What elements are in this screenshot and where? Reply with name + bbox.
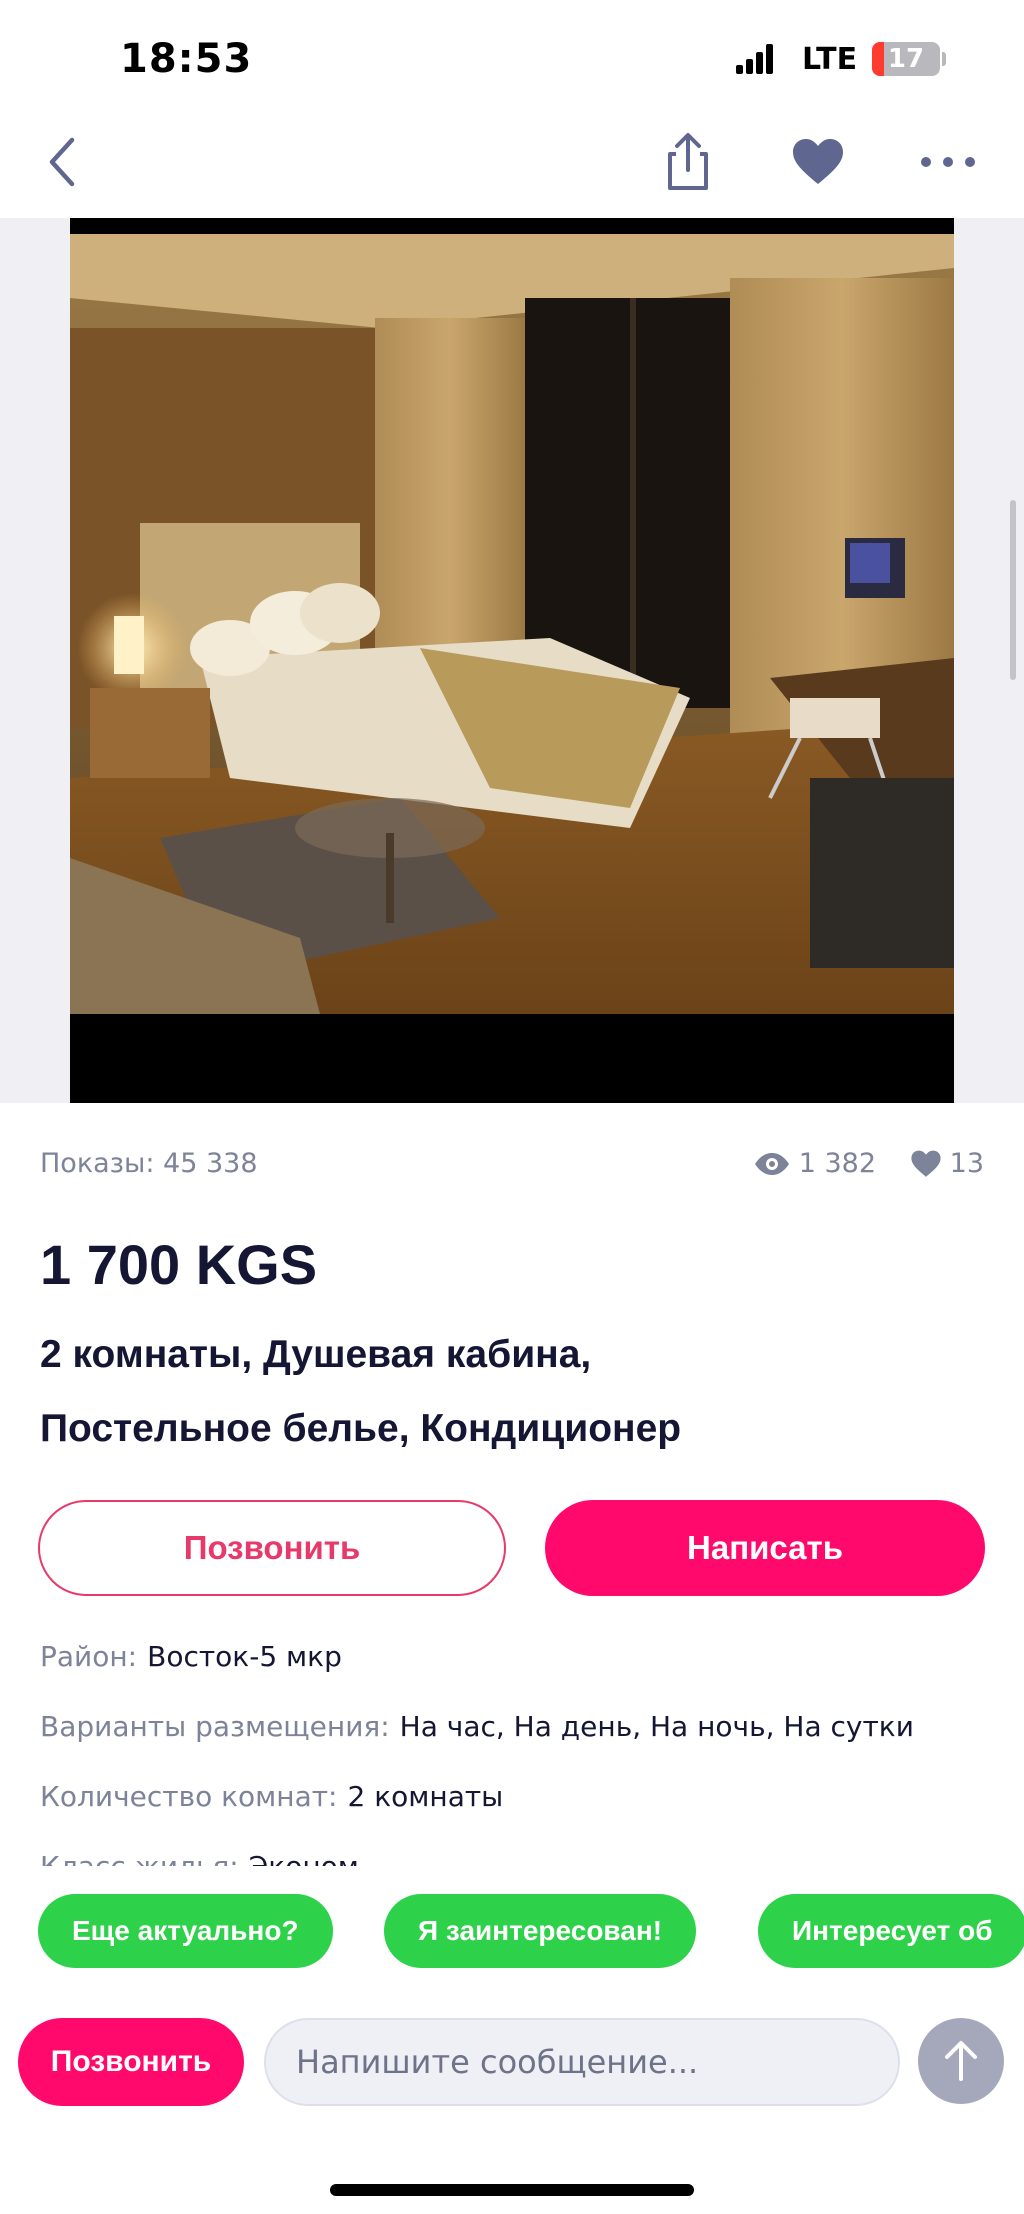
detail-value: Эконом <box>249 1850 359 1866</box>
quick-reply-chip[interactable]: Еще актуально? <box>38 1894 333 1968</box>
status-time: 18:53 <box>120 36 253 82</box>
home-indicator[interactable] <box>330 2184 694 2196</box>
detail-row-placement: Варианты размещения: На час, На день, На … <box>40 1710 914 1743</box>
battery-tip <box>942 52 946 66</box>
chat-call-button[interactable]: Позвонить <box>18 2018 244 2106</box>
battery-icon: 17 <box>872 42 940 76</box>
battery-level: 17 <box>887 44 925 74</box>
listing-title-line: Постельное белье, Кондиционер <box>40 1407 682 1450</box>
detail-row-rooms: Количество комнат: 2 комнаты <box>40 1780 503 1813</box>
hotel-room-photo <box>70 218 954 1103</box>
views-stat: 1 382 <box>753 1148 876 1179</box>
detail-key: Количество комнат: <box>40 1780 338 1813</box>
quick-replies: Еще актуально? Я заинтересован! Интересу… <box>0 1888 1024 1974</box>
write-button[interactable]: Написать <box>545 1500 985 1596</box>
chevron-left-icon <box>49 137 75 187</box>
favorite-button[interactable] <box>786 130 850 194</box>
views-count: 1 382 <box>798 1148 876 1179</box>
detail-value: 2 комнаты <box>347 1780 504 1813</box>
more-horizontal-icon <box>921 157 975 167</box>
heart-icon <box>911 1150 941 1177</box>
detail-key: Варианты размещения: <box>40 1710 390 1743</box>
nav-bar <box>0 110 1024 218</box>
detail-key: Класс жилья: <box>40 1850 239 1866</box>
detail-value: На час, На день, На ночь, На сутки <box>399 1710 914 1743</box>
chat-bar: Позвонить <box>0 2004 1024 2124</box>
signal-icon <box>736 44 774 74</box>
detail-row-district: Район: Восток-5 мкр <box>40 1640 342 1673</box>
listing-photo[interactable] <box>70 218 954 1103</box>
likes-count: 13 <box>949 1148 984 1179</box>
status-bar: 18:53 LTE 17 <box>0 0 1024 110</box>
likes-stat: 13 <box>910 1148 984 1179</box>
detail-row-class: Класс жилья: Эконом <box>40 1850 359 1866</box>
eye-icon <box>754 1152 789 1175</box>
network-type: LTE <box>802 42 858 77</box>
listing-price: 1 700 KGS <box>40 1233 318 1296</box>
message-input[interactable] <box>264 2018 900 2106</box>
heart-icon <box>793 139 843 184</box>
listing-title: 2 комнаты, Душевая кабина, Постельное бе… <box>40 1318 990 1466</box>
quick-reply-chip[interactable]: Я заинтересован! <box>384 1894 697 1968</box>
detail-key: Район: <box>40 1640 138 1673</box>
photo-gallery[interactable] <box>0 218 1024 1103</box>
share-button[interactable] <box>656 130 720 194</box>
share-icon <box>668 133 708 190</box>
detail-value: Восток-5 мкр <box>147 1640 342 1673</box>
back-button[interactable] <box>30 130 94 194</box>
arrow-up-icon <box>945 2041 977 2081</box>
send-button[interactable] <box>918 2018 1004 2104</box>
call-button[interactable]: Позвонить <box>38 1500 506 1596</box>
listing-stats: Показы: 45 338 1 382 13 <box>40 1148 984 1188</box>
quick-reply-chip[interactable]: Интересует об <box>758 1894 1024 1968</box>
more-button[interactable] <box>916 130 980 194</box>
impressions-count: Показы: 45 338 <box>40 1148 258 1179</box>
scrollbar[interactable] <box>1010 500 1016 680</box>
listing-title-line: 2 комнаты, Душевая кабина, <box>40 1333 592 1376</box>
listing-details: Район: Восток-5 мкр Варианты размещения: Н… <box>40 1640 1000 1866</box>
